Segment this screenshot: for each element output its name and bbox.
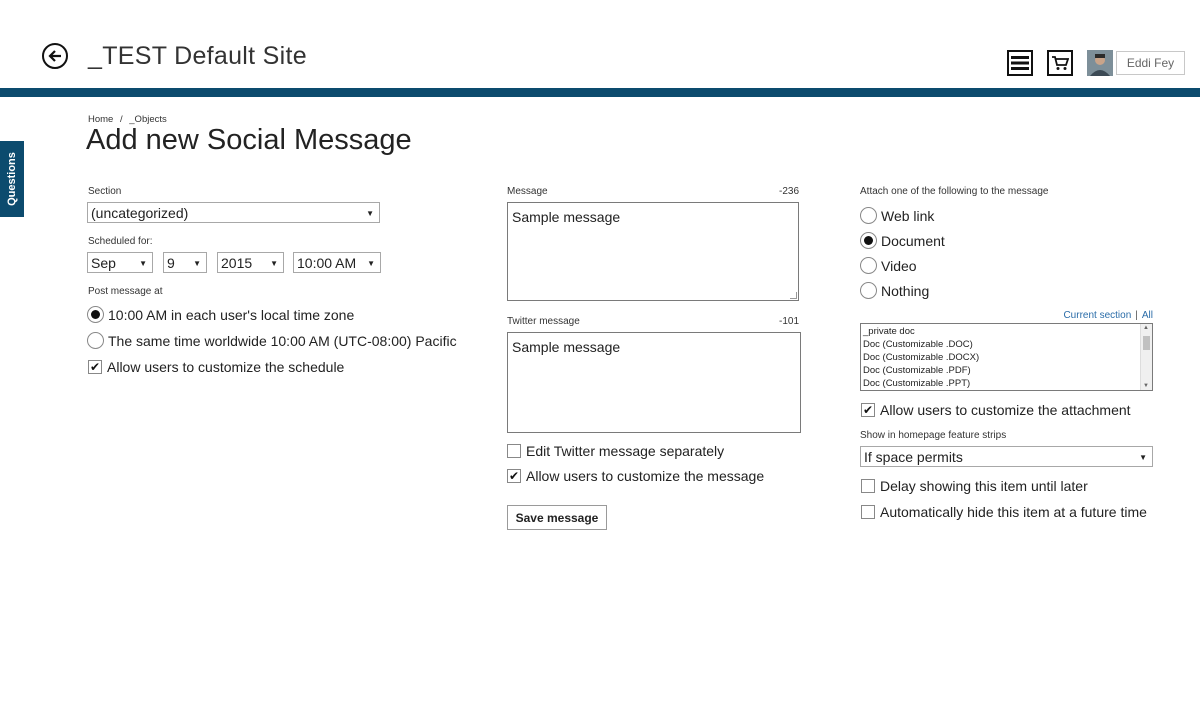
radio-web-link-label: Web link xyxy=(881,207,935,224)
delay-showing-label: Delay showing this item until later xyxy=(880,478,1088,494)
radio-button-selected xyxy=(87,306,104,323)
checkmark-icon: ✔ xyxy=(861,403,875,417)
radio-video-label: Video xyxy=(881,257,917,274)
header-accent-bar xyxy=(0,88,1200,97)
year-select-value: 2015 xyxy=(221,254,253,271)
radio-local-time-label: 10:00 AM in each user's local time zone xyxy=(108,306,355,323)
message-label: Message xyxy=(507,186,548,197)
links-separator: | xyxy=(1135,310,1138,321)
scroll-up-icon[interactable]: ▲ xyxy=(1143,325,1149,331)
show-in-strips-select[interactable]: If space permits ▼ xyxy=(860,446,1153,467)
avatar[interactable] xyxy=(1087,50,1113,76)
allow-schedule-label: Allow users to customize the schedule xyxy=(107,359,345,375)
twitter-message-textarea[interactable]: Sample message xyxy=(507,332,801,433)
show-in-strips-label: Show in homepage feature strips xyxy=(860,430,1007,441)
save-message-button[interactable]: Save message xyxy=(507,505,607,530)
month-select-value: Sep xyxy=(91,254,116,271)
auto-hide-label: Automatically hide this item at a future… xyxy=(880,504,1147,520)
radio-document-label: Document xyxy=(881,232,945,249)
show-in-strips-value: If space permits xyxy=(864,448,963,465)
radio-video[interactable]: Video xyxy=(860,257,917,274)
questions-tab[interactable]: Questions xyxy=(0,141,24,217)
radio-worldwide-time[interactable]: The same time worldwide 10:00 AM (UTC-08… xyxy=(87,332,457,349)
scheduled-label: Scheduled for: xyxy=(88,236,153,247)
auto-hide-checkbox[interactable]: Automatically hide this item at a future… xyxy=(861,504,1147,520)
allow-attachment-checkbox[interactable]: ✔ Allow users to customize the attachmen… xyxy=(861,402,1131,418)
attach-label: Attach one of the following to the messa… xyxy=(860,186,1049,197)
checkbox-empty xyxy=(507,444,521,458)
list-item[interactable]: Doc (Customizable .DOC) xyxy=(861,338,1140,351)
checkmark-icon: ✔ xyxy=(88,360,102,374)
twitter-message-label: Twitter message xyxy=(507,316,580,327)
allow-schedule-checkbox[interactable]: ✔ Allow users to customize the schedule xyxy=(88,359,344,375)
radio-nothing-label: Nothing xyxy=(881,282,930,299)
checkmark-icon: ✔ xyxy=(507,469,521,483)
radio-button-selected xyxy=(860,232,877,249)
allow-attachment-label: Allow users to customize the attachment xyxy=(880,402,1131,418)
year-select[interactable]: 2015 ▼ xyxy=(217,252,284,273)
back-arrow-icon[interactable] xyxy=(42,43,68,69)
section-select-value: (uncategorized) xyxy=(91,204,189,221)
message-text: Sample message xyxy=(512,209,621,225)
twitter-message-counter: -101 xyxy=(778,316,799,327)
checkbox-empty xyxy=(861,479,875,493)
chevron-down-icon: ▼ xyxy=(1139,453,1147,462)
chevron-down-icon: ▼ xyxy=(367,259,375,268)
user-name-button[interactable]: Eddi Fey xyxy=(1116,51,1185,75)
list-item[interactable]: _private doc xyxy=(861,325,1140,338)
site-title: _TEST Default Site xyxy=(88,42,307,70)
time-select[interactable]: 10:00 AM ▼ xyxy=(293,252,381,273)
radio-button xyxy=(87,332,104,349)
listbox-scrollbar[interactable]: ▲ ▼ xyxy=(1140,324,1152,390)
post-message-label: Post message at xyxy=(88,286,163,297)
document-listbox[interactable]: _private doc Doc (Customizable .DOC) Doc… xyxy=(860,323,1153,391)
questions-tab-label: Questions xyxy=(6,152,19,206)
document-list: _private doc Doc (Customizable .DOC) Doc… xyxy=(861,325,1140,390)
radio-worldwide-time-label: The same time worldwide 10:00 AM (UTC-08… xyxy=(108,332,457,349)
radio-nothing[interactable]: Nothing xyxy=(860,282,929,299)
menu-icon[interactable] xyxy=(1007,50,1033,76)
radio-document[interactable]: Document xyxy=(860,232,945,249)
radio-web-link[interactable]: Web link xyxy=(860,207,934,224)
month-select[interactable]: Sep ▼ xyxy=(87,252,153,273)
list-item[interactable]: Doc (Customizable .DOCX) xyxy=(861,351,1140,364)
radio-button xyxy=(860,282,877,299)
radio-button xyxy=(860,207,877,224)
delay-showing-checkbox[interactable]: Delay showing this item until later xyxy=(861,478,1088,494)
list-item[interactable]: Doc (Customizable .PDF) xyxy=(861,364,1140,377)
chevron-down-icon: ▼ xyxy=(366,209,374,218)
chevron-down-icon: ▼ xyxy=(193,259,201,268)
day-select-value: 9 xyxy=(167,254,175,271)
cart-icon[interactable] xyxy=(1047,50,1073,76)
scroll-thumb[interactable] xyxy=(1143,336,1150,350)
allow-message-label: Allow users to customize the message xyxy=(526,468,765,484)
edit-twitter-checkbox[interactable]: Edit Twitter message separately xyxy=(507,443,724,459)
radio-button xyxy=(860,257,877,274)
resize-handle-icon[interactable] xyxy=(790,292,797,299)
app-header: _TEST Default Site Eddi Fey xyxy=(0,0,1200,88)
section-label: Section xyxy=(88,186,122,197)
page-title: Add new Social Message xyxy=(86,124,412,156)
chevron-down-icon: ▼ xyxy=(270,259,278,268)
message-textarea[interactable]: Sample message xyxy=(507,202,799,301)
radio-local-time[interactable]: 10:00 AM in each user's local time zone xyxy=(87,306,354,323)
edit-twitter-label: Edit Twitter message separately xyxy=(526,443,725,459)
all-link[interactable]: All xyxy=(1142,310,1153,321)
chevron-down-icon: ▼ xyxy=(139,259,147,268)
filter-links: Current section | All xyxy=(1000,310,1153,321)
twitter-message-text: Sample message xyxy=(512,339,621,355)
section-select[interactable]: (uncategorized) ▼ xyxy=(87,202,380,223)
allow-message-checkbox[interactable]: ✔ Allow users to customize the message xyxy=(507,468,764,484)
time-select-value: 10:00 AM xyxy=(297,254,357,271)
checkbox-empty xyxy=(861,505,875,519)
current-section-link[interactable]: Current section xyxy=(1063,310,1131,321)
message-counter: -236 xyxy=(778,186,799,197)
scroll-down-icon[interactable]: ▼ xyxy=(1143,383,1149,389)
day-select[interactable]: 9 ▼ xyxy=(163,252,207,273)
list-item[interactable]: Doc (Customizable .PPT) xyxy=(861,377,1140,390)
